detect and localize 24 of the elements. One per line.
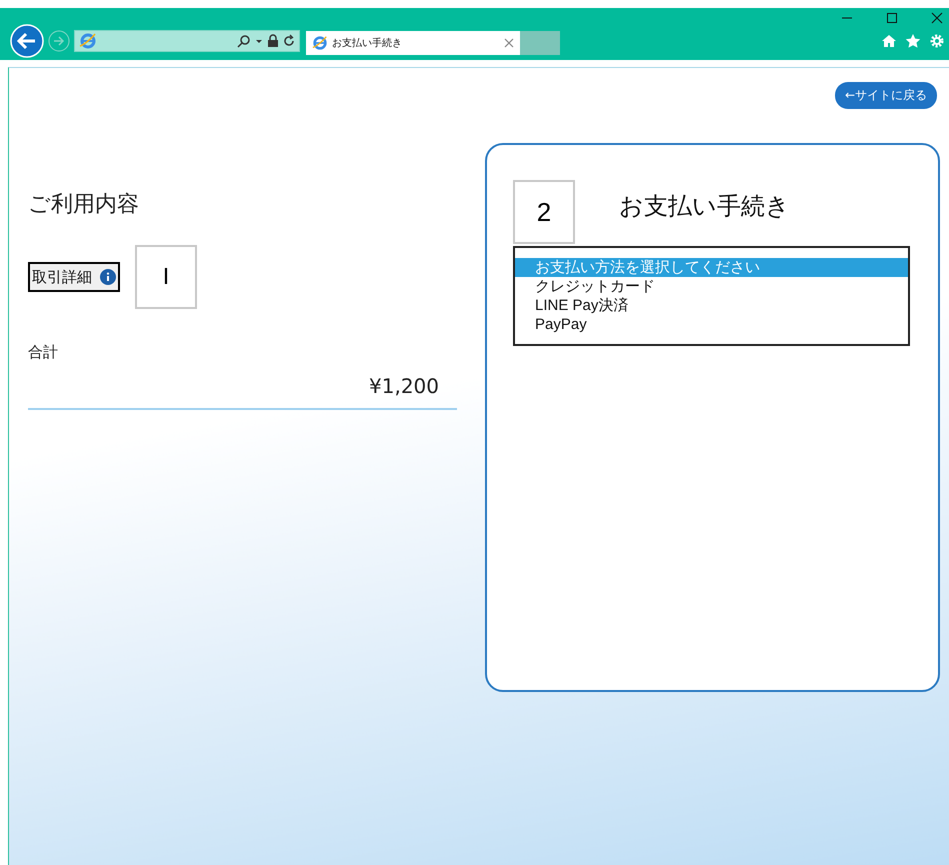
payment-title: お支払い手続き [619,191,790,222]
transaction-details-button[interactable]: 取引詳細 [28,262,120,292]
browser-tab[interactable]: お支払い手続き [306,31,520,55]
payment-method-option[interactable]: PayPay [515,315,908,334]
address-bar[interactable] [74,30,300,52]
payment-method-list[interactable]: お支払い方法を選択してください クレジットカード LINE Pay決済 PayPay [513,246,910,346]
payment-method-option[interactable]: クレジットカード [515,277,908,296]
search-icon[interactable] [237,34,251,48]
close-icon[interactable] [504,38,514,48]
browser-logo-icon [79,32,97,50]
step-number-box: 2 [513,180,575,244]
step-number-box: I [135,245,197,309]
refresh-icon[interactable] [283,34,295,48]
back-to-site-button[interactable]: ←サイトに戻る [834,82,937,109]
total-amount: ¥1,200 [369,374,439,398]
section-title: ご利用内容 [28,191,140,219]
payment-method-option[interactable]: LINE Pay決済 [515,296,908,315]
close-icon[interactable] [931,12,943,24]
maximize-icon[interactable] [886,12,898,24]
lock-icon[interactable] [267,34,279,48]
total-label: 合計 [28,343,59,362]
star-icon[interactable] [905,33,921,49]
info-icon [100,269,116,285]
browser-logo-icon [312,35,328,51]
